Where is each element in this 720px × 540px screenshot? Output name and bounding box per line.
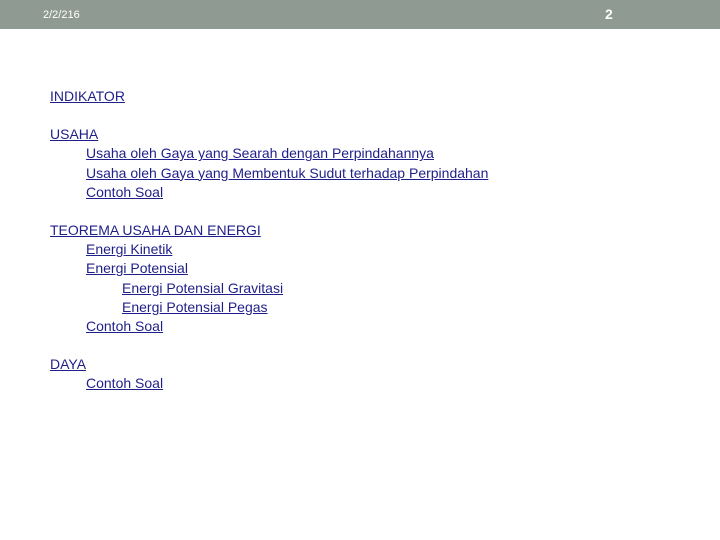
link-usaha[interactable]: USAHA [50,126,98,142]
toc-item-teorema: TEOREMA USAHA DAN ENERGI [50,221,488,240]
link-teorema-contoh-soal[interactable]: Contoh Soal [86,318,163,334]
toc-item-usaha-contoh-soal: Contoh Soal [50,183,488,202]
toc-item-daya: DAYA [50,355,488,374]
toc-item-energi-potensial: Energi Potensial [50,259,488,278]
link-indikator[interactable]: INDIKATOR [50,88,125,104]
toc-item-usaha: USAHA [50,125,488,144]
slide-date: 2/2/216 [43,9,80,21]
slide-number: 2 [605,6,613,22]
toc-item-ep-gravitasi: Energi Potensial Gravitasi [50,279,488,298]
link-daya-contoh-soal[interactable]: Contoh Soal [86,375,163,391]
link-ep-gravitasi[interactable]: Energi Potensial Gravitasi [122,280,283,296]
toc-item-indikator: INDIKATOR [50,87,488,106]
link-daya[interactable]: DAYA [50,356,86,372]
link-usaha-searah[interactable]: Usaha oleh Gaya yang Searah dengan Perpi… [86,145,434,161]
table-of-contents: INDIKATOR USAHA Usaha oleh Gaya yang Sea… [50,87,488,393]
toc-item-teorema-contoh-soal: Contoh Soal [50,317,488,336]
toc-item-usaha-searah: Usaha oleh Gaya yang Searah dengan Perpi… [50,144,488,163]
link-energi-kinetik[interactable]: Energi Kinetik [86,241,172,257]
toc-item-ep-pegas: Energi Potensial Pegas [50,298,488,317]
toc-item-usaha-sudut: Usaha oleh Gaya yang Membentuk Sudut ter… [50,164,488,183]
toc-item-daya-contoh-soal: Contoh Soal [50,374,488,393]
link-usaha-sudut[interactable]: Usaha oleh Gaya yang Membentuk Sudut ter… [86,165,488,181]
link-energi-potensial[interactable]: Energi Potensial [86,260,188,276]
header-bar: 2/2/216 2 [0,0,720,29]
link-teorema[interactable]: TEOREMA USAHA DAN ENERGI [50,222,261,238]
link-ep-pegas[interactable]: Energi Potensial Pegas [122,299,268,315]
toc-item-energi-kinetik: Energi Kinetik [50,240,488,259]
link-usaha-contoh-soal[interactable]: Contoh Soal [86,184,163,200]
